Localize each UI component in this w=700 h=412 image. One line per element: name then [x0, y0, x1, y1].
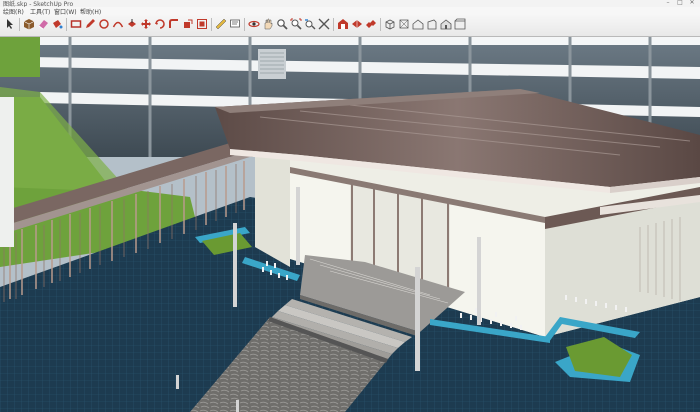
push-pull-tool-button[interactable] — [126, 18, 138, 30]
right-view-button[interactable] — [426, 18, 438, 30]
left-view-button[interactable] — [454, 18, 466, 30]
select-tool-button[interactable] — [4, 18, 16, 30]
arrow-icon — [7, 19, 13, 29]
toolbar-separator — [19, 18, 20, 31]
offset-icon — [197, 19, 207, 29]
toolbar-separator — [333, 18, 334, 31]
rotate-icon — [155, 19, 165, 29]
top-view-button[interactable] — [398, 18, 410, 30]
previous-icon — [305, 19, 316, 30]
arc-tool-button[interactable] — [112, 18, 124, 30]
rectangle-tool-button[interactable] — [70, 18, 82, 30]
previous-view-tool-button[interactable] — [304, 18, 316, 30]
move-icon — [141, 19, 151, 29]
left-view-icon — [454, 18, 466, 30]
zoom-tool-button[interactable] — [276, 18, 288, 30]
3d-model-viewport[interactable] — [0, 37, 700, 412]
next-view-tool-button[interactable] — [318, 18, 330, 30]
pushpull-icon — [128, 19, 136, 27]
text-icon — [230, 19, 240, 28]
rotate-tool-button[interactable] — [154, 18, 166, 30]
toolbar-separator — [244, 18, 245, 31]
share-icon — [352, 20, 362, 28]
orbit-tool-button[interactable] — [248, 18, 260, 30]
share-model-tool-button[interactable] — [351, 18, 363, 30]
scale-tool-button[interactable] — [182, 18, 194, 30]
arc-icon — [112, 21, 124, 28]
pan-tool-button[interactable] — [262, 18, 274, 30]
tape-measure-tool-button[interactable] — [215, 18, 227, 30]
rectangle-icon — [70, 20, 82, 28]
circle-icon — [99, 19, 109, 29]
make-component-tool-button[interactable] — [23, 18, 35, 30]
toolbar-separator — [66, 18, 67, 31]
grass-area — [0, 37, 40, 77]
tape-icon — [215, 18, 227, 30]
warehouse-icon — [338, 19, 348, 29]
front-view-icon — [412, 19, 424, 30]
offset-tool-button[interactable] — [196, 18, 208, 30]
orbit-icon — [248, 20, 260, 28]
top-view-icon — [399, 19, 409, 29]
front-view-button[interactable] — [412, 18, 424, 30]
back-view-button[interactable] — [440, 18, 452, 30]
components-icon — [366, 20, 376, 28]
back-view-icon — [440, 19, 452, 30]
move-tool-button[interactable] — [140, 18, 152, 30]
circle-tool-button[interactable] — [98, 18, 110, 30]
maximize-button[interactable]: □ — [676, 0, 684, 6]
scale-icon — [184, 19, 193, 28]
close-button[interactable]: ✕ — [688, 0, 696, 6]
followme-icon — [169, 19, 178, 28]
toolbar-separator — [380, 18, 381, 31]
get-models-tool-button[interactable] — [337, 18, 349, 30]
zoom-extents-tool-button[interactable] — [290, 18, 302, 30]
right-view-icon — [427, 19, 437, 30]
magnifier-icon — [277, 19, 288, 30]
text-tool-button[interactable] — [229, 18, 241, 30]
pencil-icon — [86, 19, 95, 28]
iso-view-button[interactable] — [384, 18, 396, 30]
cube-icon — [23, 19, 35, 30]
components-tool-button[interactable] — [365, 18, 377, 30]
toolbar-separator — [211, 18, 212, 31]
iso-icon — [385, 19, 395, 30]
eraser-icon — [38, 20, 48, 30]
paint-bucket-tool-button[interactable] — [51, 18, 63, 30]
menu-bar: 绘图(R) 工具(T) 窗口(W) 帮助(H) — [0, 7, 700, 16]
zoom-extents-icon — [290, 18, 302, 30]
minimize-button[interactable]: – — [664, 0, 672, 6]
hand-icon — [264, 18, 273, 30]
bucket-icon — [53, 20, 63, 29]
next-icon — [318, 18, 330, 30]
eraser-tool-button[interactable] — [37, 18, 49, 30]
main-toolbar — [0, 15, 700, 37]
line-tool-button[interactable] — [84, 18, 96, 30]
follow-me-tool-button[interactable] — [168, 18, 180, 30]
